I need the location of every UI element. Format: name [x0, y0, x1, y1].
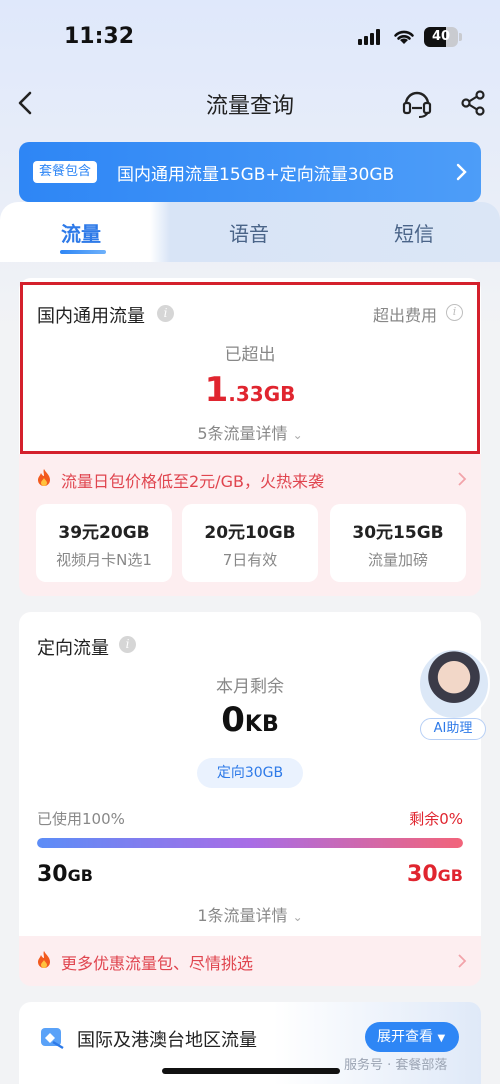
watermark: 服务号 · 套餐部落 — [344, 1058, 448, 1073]
directional-traffic-card: 定向流量 i 本月剩余 0KB 定向30GB 已使用100% 剩余0% 30GB… — [19, 612, 481, 986]
directional-traffic-summary: 定向流量 i 本月剩余 0KB 定向30GB 已使用100% 剩余0% 30GB… — [19, 612, 481, 936]
expand-label: 展开查看 — [377, 1029, 433, 1045]
usage-progress-fill — [37, 838, 463, 848]
package-subtitle: 7日有效 — [222, 551, 278, 569]
package-offer-3[interactable]: 30元15GB 流量加磅 — [330, 504, 466, 582]
total-amount-unit: GB — [437, 866, 463, 885]
package-subtitle: 流量加磅 — [367, 551, 428, 569]
remain-amount-value: 0 — [221, 700, 245, 740]
remain-percent-label: 剩余0% — [409, 810, 463, 828]
directional-traffic-title: 定向流量 — [37, 638, 109, 659]
quota-pill: 定向30GB — [197, 758, 303, 788]
used-label: 已使用100% — [37, 810, 125, 828]
fire-icon — [38, 951, 50, 968]
package-subtitle: 视频月卡N选1 — [56, 551, 152, 569]
chevron-right-icon — [458, 954, 467, 968]
total-amount-value: 30 — [407, 862, 438, 887]
remain-amount-unit: KB — [244, 712, 279, 737]
promo-banner-daily[interactable]: 流量日包价格低至2元/GB，火热来袭 — [19, 460, 481, 496]
tab-active-indicator — [60, 250, 106, 254]
battery-icon: 40 — [424, 27, 458, 47]
status-time: 11:32 — [64, 24, 135, 49]
usage-progress-bar — [37, 838, 463, 848]
battery-level: 40 — [431, 29, 451, 44]
remain-label: 本月剩余 — [216, 677, 284, 697]
headset-icon[interactable] — [400, 86, 434, 120]
tab-sms[interactable]: 短信 — [394, 218, 434, 247]
wifi-icon — [394, 30, 414, 44]
signal-icon — [358, 29, 384, 45]
tab-voice[interactable]: 语音 — [229, 218, 269, 247]
chevron-right-icon — [456, 163, 467, 181]
international-traffic-title: 国际及港澳台地区流量 — [77, 1030, 257, 1051]
package-offer-2[interactable]: 20元10GB 7日有效 — [182, 504, 318, 582]
plan-banner[interactable]: 套餐包含 国内通用流量15GB+定向流量30GB — [19, 142, 481, 202]
chevron-right-icon — [458, 472, 467, 486]
plan-badge: 套餐包含 — [33, 161, 98, 183]
highlight-frame — [20, 282, 480, 454]
home-indicator[interactable] — [162, 1068, 340, 1074]
chevron-down-icon: ⌄ — [292, 910, 303, 924]
package-title: 30元15GB — [352, 523, 444, 543]
promo-banner-more[interactable]: 更多优惠流量包、尽情挑选 — [19, 942, 481, 978]
ai-assistant-avatar[interactable] — [418, 648, 490, 720]
tab-bar: 流量 语音 短信 — [0, 202, 500, 262]
share-icon[interactable] — [456, 86, 490, 120]
status-bar: 11:32 40 — [0, 0, 500, 70]
directional-detail-label: 1条流量详情 — [197, 906, 288, 925]
globe-icon — [41, 1028, 64, 1050]
promo-daily-text: 流量日包价格低至2元/GB，火热来袭 — [61, 472, 324, 491]
total-amount: 30GB — [407, 862, 463, 887]
plan-summary: 国内通用流量15GB+定向流量30GB — [117, 165, 395, 185]
info-icon[interactable]: i — [119, 636, 136, 653]
package-title: 20元10GB — [204, 523, 296, 543]
used-amount: 30GB — [37, 862, 93, 887]
used-amount-unit: GB — [67, 866, 93, 885]
package-title: 39元20GB — [58, 523, 150, 543]
used-amount-value: 30 — [37, 862, 68, 887]
directional-detail-link[interactable]: 1条流量详情 ⌄ — [19, 902, 481, 926]
expand-button[interactable]: 展开查看 ▼ — [365, 1022, 459, 1052]
ai-assistant-label[interactable]: AI助理 — [420, 718, 486, 740]
fire-icon — [38, 469, 50, 486]
remain-amount: 0KB — [19, 700, 481, 740]
tab-data[interactable]: 流量 — [61, 218, 101, 247]
package-offer-1[interactable]: 39元20GB 视频月卡N选1 — [36, 504, 172, 582]
caret-down-icon: ▼ — [437, 1033, 446, 1044]
promo-more-text: 更多优惠流量包、尽情挑选 — [61, 954, 254, 973]
